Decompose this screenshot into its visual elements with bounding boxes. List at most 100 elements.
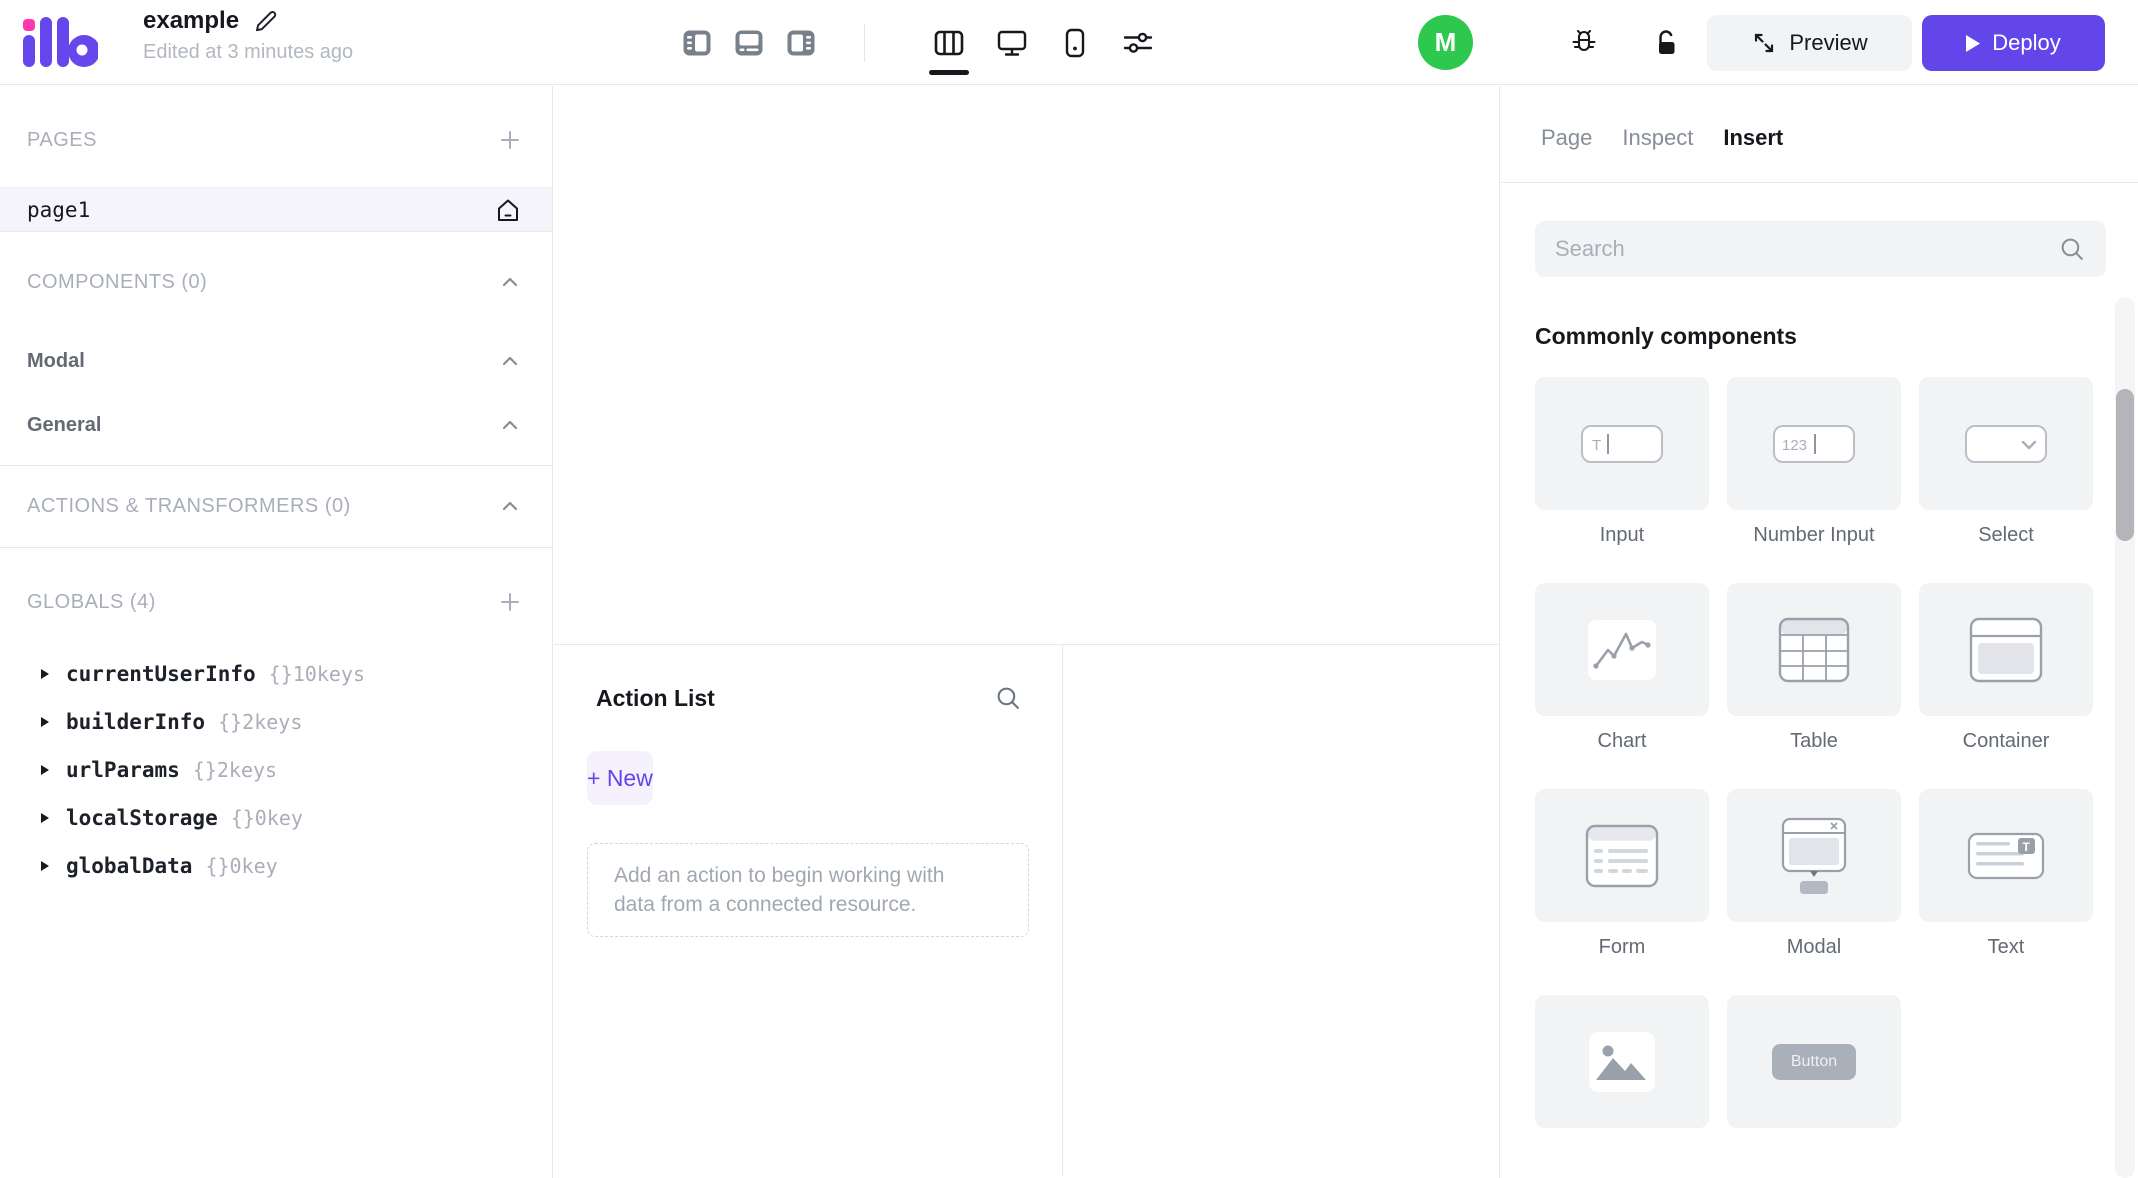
component-card-text[interactable]: T Text [1919, 789, 2093, 995]
component-group-modal[interactable]: Modal [27, 344, 522, 378]
text-widget-icon: T [1967, 832, 2045, 879]
active-view-indicator [929, 69, 969, 75]
global-item-localStorage[interactable]: localStorage {}0key [0, 794, 552, 842]
global-name: globalData [66, 854, 193, 878]
topbar-center-icons [682, 0, 1184, 85]
component-card-modal[interactable]: Modal [1727, 789, 1901, 995]
caret-right-icon[interactable] [38, 667, 51, 681]
collapse-components-chevron-icon[interactable] [498, 270, 522, 294]
component-search-input[interactable] [1555, 236, 2059, 262]
deploy-label: Deploy [1992, 30, 2061, 55]
component-label: Table [1790, 730, 1838, 752]
tablet-icon [1065, 28, 1085, 57]
action-empty-state: Add an action to begin working with data… [587, 843, 1029, 937]
collapse-general-chevron-icon[interactable] [498, 413, 522, 437]
global-value: {}0key [230, 806, 303, 830]
preview-button[interactable]: Preview [1707, 15, 1912, 71]
component-grid: T Input 123 Number Input Select Chart Ta… [1535, 377, 2105, 1128]
columns-layout-icon [934, 30, 964, 55]
bottom-panel: Action List + New Add an action to begin… [554, 645, 1499, 1177]
action-list-panel: Action List + New Add an action to begin… [554, 645, 1063, 1177]
component-label: Modal [1786, 936, 1842, 958]
edited-status: Edited at 3 minutes ago [143, 41, 354, 63]
illa-builder-window: example Edited at 3 minutes ago M Previe… [0, 0, 2138, 1178]
action-list-header: Action List [554, 645, 1062, 713]
component-card-number-input[interactable]: 123 Number Input [1727, 377, 1901, 583]
component-card-image[interactable] [1535, 995, 1709, 1128]
global-name: builderInfo [66, 710, 206, 734]
sidebar-divider [0, 465, 552, 466]
debug-button[interactable] [1568, 27, 1600, 59]
desktop-preview-button[interactable] [995, 26, 1029, 60]
table-widget-icon [1778, 617, 1850, 682]
component-card-form[interactable]: Form [1535, 789, 1709, 995]
canvas-settings-button[interactable] [1121, 26, 1155, 60]
globals-header-label: GLOBALS (4) [27, 590, 156, 613]
actions-section-header[interactable]: ACTIONS & TRANSFORMERS (0) [27, 489, 522, 523]
caret-right-icon[interactable] [38, 859, 51, 873]
right-panel-scrollbar[interactable] [2116, 389, 2134, 541]
unlock-icon [1659, 30, 1675, 54]
tab-insert[interactable]: Insert [1723, 125, 1783, 151]
global-item-globalData[interactable]: globalData {}0key [0, 842, 552, 890]
search-icon[interactable] [2059, 236, 2086, 263]
modal-widget-icon [1781, 817, 1847, 894]
caret-right-icon[interactable] [38, 811, 51, 825]
toggle-right-panel-button[interactable] [786, 28, 816, 58]
component-group-general[interactable]: General [27, 408, 522, 442]
mobile-preview-button[interactable] [1058, 26, 1092, 60]
component-card-container[interactable]: Container [1919, 583, 2093, 789]
right-panel-scroll-track[interactable] [2115, 297, 2135, 1178]
component-card-button[interactable]: Button [1727, 995, 1901, 1128]
toggle-left-panel-button[interactable] [682, 28, 712, 58]
collapse-actions-chevron-icon[interactable] [498, 494, 522, 518]
illa-logo[interactable] [22, 16, 98, 68]
editor-center: Action List + New Add an action to begin… [554, 86, 1499, 1178]
page-list-item-page1[interactable]: page1 [0, 187, 552, 232]
canvas[interactable] [554, 86, 1499, 645]
select-widget-icon [1965, 424, 2047, 463]
access-lock-button[interactable] [1650, 27, 1682, 59]
add-global-button[interactable] [498, 590, 522, 614]
button-widget-preview: Button [1771, 1043, 1857, 1080]
component-card-input[interactable]: T Input [1535, 377, 1709, 583]
edit-title-pencil-icon[interactable] [253, 8, 279, 34]
caret-right-icon[interactable] [38, 715, 51, 729]
svg-text:T: T [2023, 840, 2031, 854]
chart-widget-icon [1588, 619, 1656, 680]
input-widget-icon: T [1581, 424, 1663, 463]
sidebar-divider [0, 547, 552, 548]
component-card-select[interactable]: Select [1919, 377, 2093, 583]
deploy-button[interactable]: Deploy [1922, 15, 2105, 71]
global-name: urlParams [66, 758, 180, 782]
avatar[interactable]: M [1418, 15, 1473, 70]
tab-inspect[interactable]: Inspect [1622, 125, 1693, 151]
collapse-modal-chevron-icon[interactable] [498, 349, 522, 373]
fluid-width-view-button[interactable] [929, 26, 969, 75]
component-label: Number Input [1753, 524, 1875, 546]
action-editor-empty-area [1063, 645, 1499, 1177]
topbar: example Edited at 3 minutes ago M Previe… [0, 0, 2138, 85]
actions-header-label: ACTIONS & TRANSFORMERS (0) [27, 494, 351, 517]
component-card-table[interactable]: Table [1727, 583, 1901, 789]
caret-right-icon[interactable] [38, 763, 51, 777]
component-label: Text [1987, 936, 2025, 958]
component-card-chart[interactable]: Chart [1535, 583, 1709, 789]
form-widget-icon [1585, 824, 1659, 887]
search-actions-icon[interactable] [995, 685, 1022, 712]
monitor-icon [997, 30, 1027, 56]
expand-arrows-icon [1755, 33, 1774, 53]
global-value: {}2keys [218, 710, 303, 734]
new-action-button[interactable]: + New [587, 751, 653, 805]
tab-page[interactable]: Page [1541, 125, 1592, 151]
global-item-currentUserInfo[interactable]: currentUserInfo {}10keys [0, 650, 552, 698]
global-value: {}2keys [192, 758, 278, 782]
global-item-urlParams[interactable]: urlParams {}2keys [0, 746, 552, 794]
number-input-widget-icon: 123 [1773, 424, 1855, 463]
components-section-header[interactable]: COMPONENTS (0) [27, 265, 522, 299]
global-item-builderInfo[interactable]: builderInfo {}2keys [0, 698, 552, 746]
toggle-bottom-panel-button[interactable] [734, 28, 764, 58]
add-page-button[interactable] [498, 128, 522, 152]
global-name: localStorage [66, 806, 218, 830]
page-name: page1 [27, 197, 91, 222]
